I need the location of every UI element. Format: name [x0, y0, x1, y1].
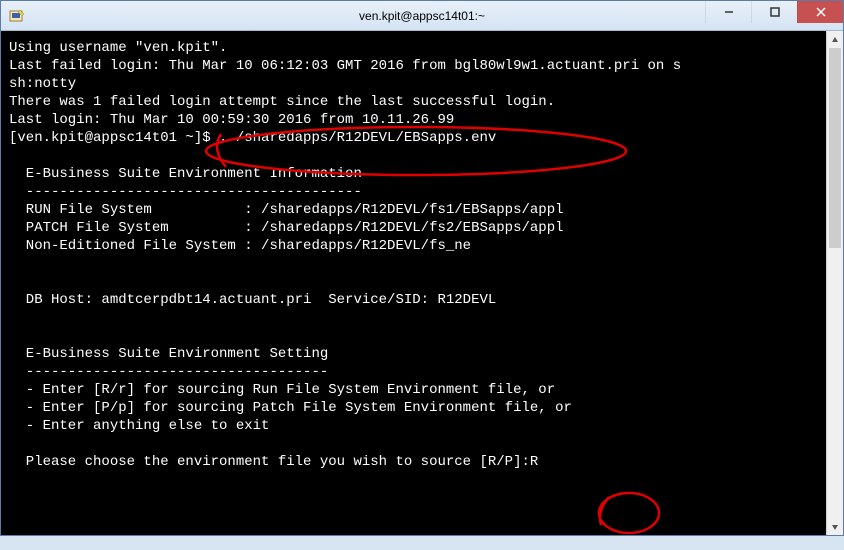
close-button[interactable]	[797, 1, 843, 23]
window-controls	[705, 1, 843, 23]
app-icon	[5, 4, 29, 28]
scroll-down-button[interactable]	[827, 518, 843, 535]
terminal-window: ven.kpit@appsc14t01:~ Using username "ve…	[0, 0, 844, 536]
terminal-body: Using username "ven.kpit". Last failed l…	[1, 31, 843, 535]
titlebar: ven.kpit@appsc14t01:~	[1, 1, 843, 31]
vertical-scrollbar[interactable]	[826, 31, 843, 535]
scrollbar-thumb[interactable]	[829, 48, 841, 248]
maximize-button[interactable]	[751, 1, 797, 23]
terminal-output[interactable]: Using username "ven.kpit". Last failed l…	[1, 31, 826, 535]
minimize-button[interactable]	[705, 1, 751, 23]
scrollbar-track[interactable]	[827, 48, 843, 518]
scroll-up-button[interactable]	[827, 31, 843, 48]
